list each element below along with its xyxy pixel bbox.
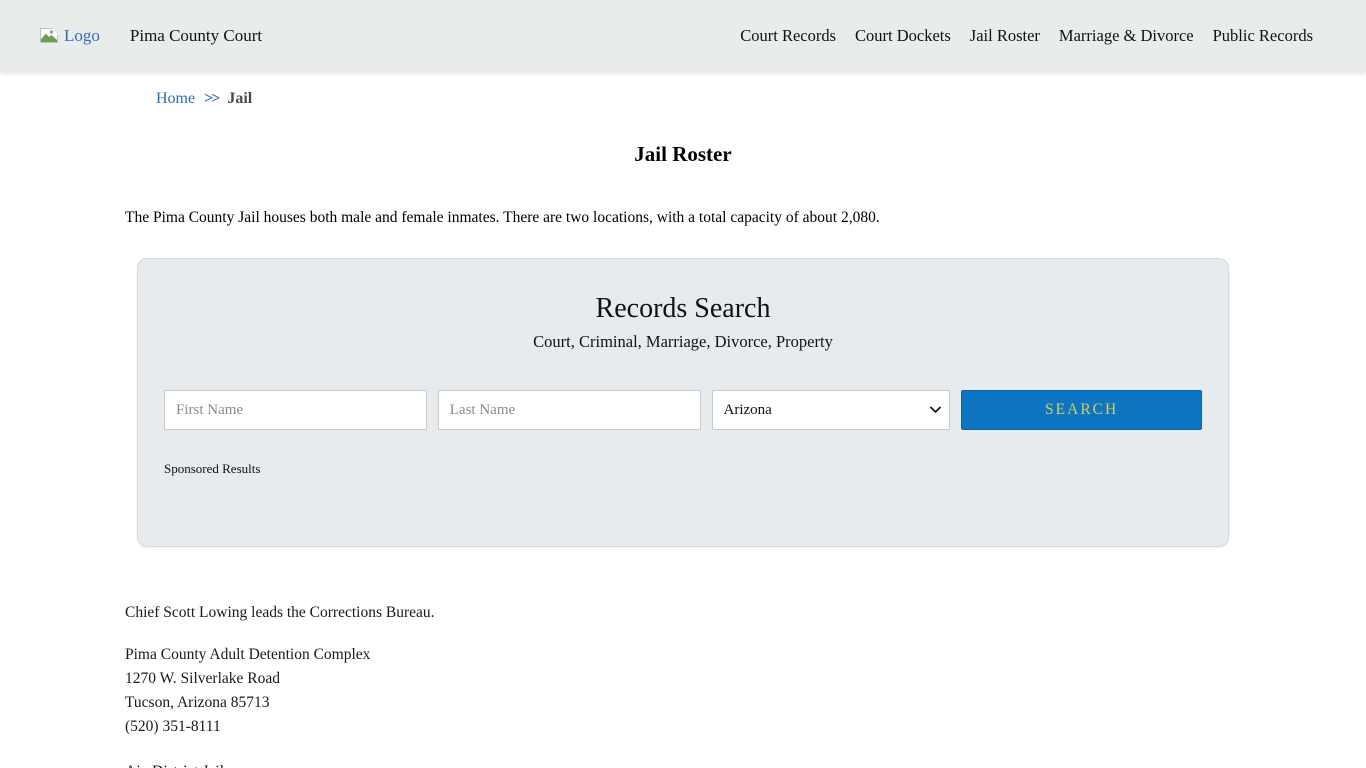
state-select[interactable]: Arizona xyxy=(711,390,951,430)
breadcrumb: Home >> Jail xyxy=(156,90,1366,108)
logo-link[interactable]: Logo xyxy=(40,26,100,46)
nav-court-dockets[interactable]: Court Dockets xyxy=(855,26,951,46)
broken-image-icon xyxy=(40,26,61,44)
search-button[interactable]: SEARCH xyxy=(961,390,1202,430)
panel-subtitle: Court, Criminal, Marriage, Divorce, Prop… xyxy=(533,332,833,351)
intro-text: The Pima County Jail houses both male an… xyxy=(125,209,880,226)
last-name-input[interactable] xyxy=(437,390,701,430)
page-title: Jail Roster xyxy=(634,142,732,166)
state-select-wrap: Arizona xyxy=(711,390,951,430)
sponsored-results-label: Sponsored Results xyxy=(164,461,261,476)
location-phone: (520) 351-8111 xyxy=(125,718,221,735)
breadcrumb-separator: >> xyxy=(204,90,220,107)
breadcrumb-home-link[interactable]: Home xyxy=(156,90,195,108)
nav-marriage-divorce[interactable]: Marriage & Divorce xyxy=(1059,26,1194,46)
panel-title: Records Search xyxy=(595,293,771,324)
location-detention-complex: Pima County Adult Detention Complex 1270… xyxy=(125,643,1366,739)
location-name: Pima County Adult Detention Complex xyxy=(125,646,371,663)
location-name: Ajo District Jail xyxy=(125,760,1366,768)
nav-jail-roster[interactable]: Jail Roster xyxy=(970,26,1040,46)
records-search-panel: Records Search Court, Criminal, Marriage… xyxy=(137,258,1229,547)
chief-line: Chief Scott Lowing leads the Corrections… xyxy=(125,604,435,621)
main-nav: Court Records Court Dockets Jail Roster … xyxy=(740,26,1313,46)
search-form-row: Arizona SEARCH xyxy=(164,390,1202,430)
first-name-input[interactable] xyxy=(164,390,427,430)
location-street: 1270 W. Silverlake Road xyxy=(125,670,280,687)
logo-alt-text: Logo xyxy=(64,26,100,45)
nav-public-records[interactable]: Public Records xyxy=(1213,26,1313,46)
location-ajo-district-jail: Ajo District Jail 1249 W. Ajo Well Road xyxy=(125,760,1366,768)
location-city: Tucson, Arizona 85713 xyxy=(125,694,270,711)
site-header: Logo Pima County Court Court Records Cou… xyxy=(0,0,1366,72)
breadcrumb-current: Jail xyxy=(227,90,253,107)
nav-court-records[interactable]: Court Records xyxy=(740,26,836,46)
site-title: Pima County Court xyxy=(129,26,263,45)
